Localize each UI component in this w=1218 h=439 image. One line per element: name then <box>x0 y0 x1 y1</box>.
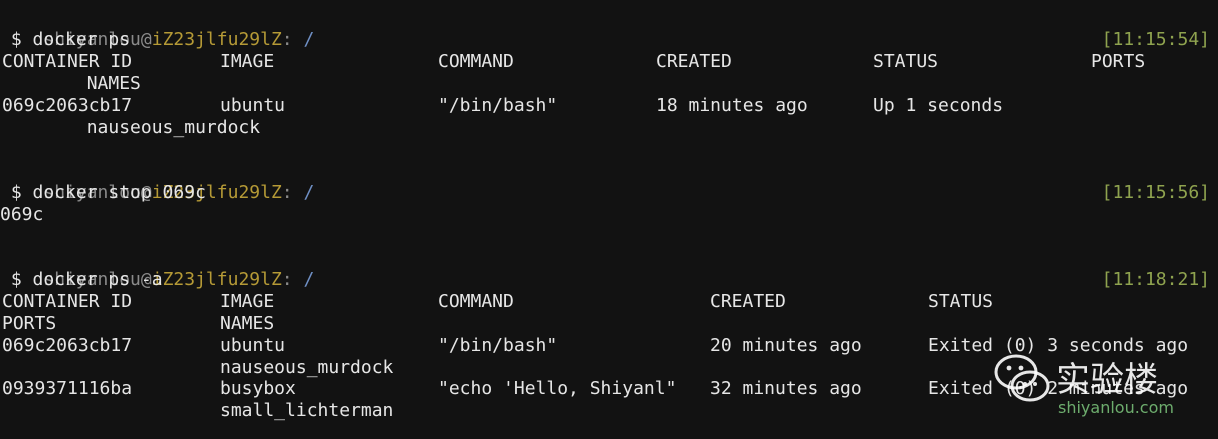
header-names: NAMES <box>220 313 275 334</box>
header-image: IMAGE <box>220 51 275 72</box>
cell-created: 20 minutes ago <box>710 335 862 356</box>
cell-names: small_lichterman <box>220 400 394 421</box>
wechat-icon <box>994 354 1050 402</box>
prompt-colon: : <box>281 182 293 203</box>
command-line: $ docker ps -a <box>0 269 163 290</box>
cell-command: "/bin/bash" <box>438 95 558 116</box>
header-container-id: CONTAINER ID <box>2 51 133 72</box>
watermark-title: 实验楼 <box>1056 360 1158 400</box>
cell-names: nauseous_murdock <box>220 357 394 378</box>
prompt-path: / <box>292 269 315 290</box>
header-status: STATUS <box>873 51 939 72</box>
cell-container-id: 069c2063cb17 <box>2 335 133 356</box>
prompt-host: iZ23jlfu29lZ <box>151 29 282 50</box>
prompt-line: shiyanlou@iZ23jlfu29lZ: / <box>0 160 314 203</box>
command-line: $ docker ps <box>0 29 131 50</box>
header-names: NAMES <box>0 73 141 94</box>
cell-created: 18 minutes ago <box>656 95 808 116</box>
prompt-path: / <box>292 29 315 50</box>
cell-names: nauseous_murdock <box>0 117 261 138</box>
timestamp: [11:18:21] <box>1101 269 1210 290</box>
prompt-colon: : <box>281 29 293 50</box>
timestamp: [11:15:54] <box>1101 29 1210 50</box>
header-created: CREATED <box>656 51 732 72</box>
terminal-window[interactable]: shiyanlou@iZ23jlfu29lZ: / $ docker ps [1… <box>0 0 1218 439</box>
header-ports: PORTS <box>1091 51 1146 72</box>
cell-image: busybox <box>220 378 296 399</box>
header-status: STATUS <box>928 291 994 312</box>
cell-command: "echo 'Hello, Shiyanl" <box>438 378 677 399</box>
cell-container-id: 0939371116ba <box>2 378 133 399</box>
cell-created: 32 minutes ago <box>710 378 862 399</box>
header-created: CREATED <box>710 291 786 312</box>
header-image: IMAGE <box>220 291 275 312</box>
watermark-subtitle: shiyanlou.com <box>1058 398 1174 417</box>
cell-image: ubuntu <box>220 95 286 116</box>
watermark: 实验楼 shiyanlou.com <box>992 350 1202 420</box>
output-text: 069c <box>0 204 44 225</box>
prompt-line: shiyanlou@iZ23jlfu29lZ: / <box>0 247 314 290</box>
prompt-host: iZ23jlfu29lZ <box>151 269 282 290</box>
timestamp: [11:15:56] <box>1101 182 1210 203</box>
prompt-at: @ <box>140 29 152 50</box>
cell-image: ubuntu <box>220 335 286 356</box>
prompt-line: shiyanlou@iZ23jlfu29lZ: / <box>0 7 314 50</box>
prompt-path: / <box>292 182 315 203</box>
header-ports: PORTS <box>2 313 57 334</box>
cell-command: "/bin/bash" <box>438 335 558 356</box>
header-container-id: CONTAINER ID <box>2 291 133 312</box>
command-line: $ docker stop 069c <box>0 182 206 203</box>
cell-container-id: 069c2063cb17 <box>2 95 133 116</box>
cell-status: Up 1 seconds <box>873 95 1004 116</box>
prompt-colon: : <box>281 269 293 290</box>
header-command: COMMAND <box>438 51 514 72</box>
header-command: COMMAND <box>438 291 514 312</box>
